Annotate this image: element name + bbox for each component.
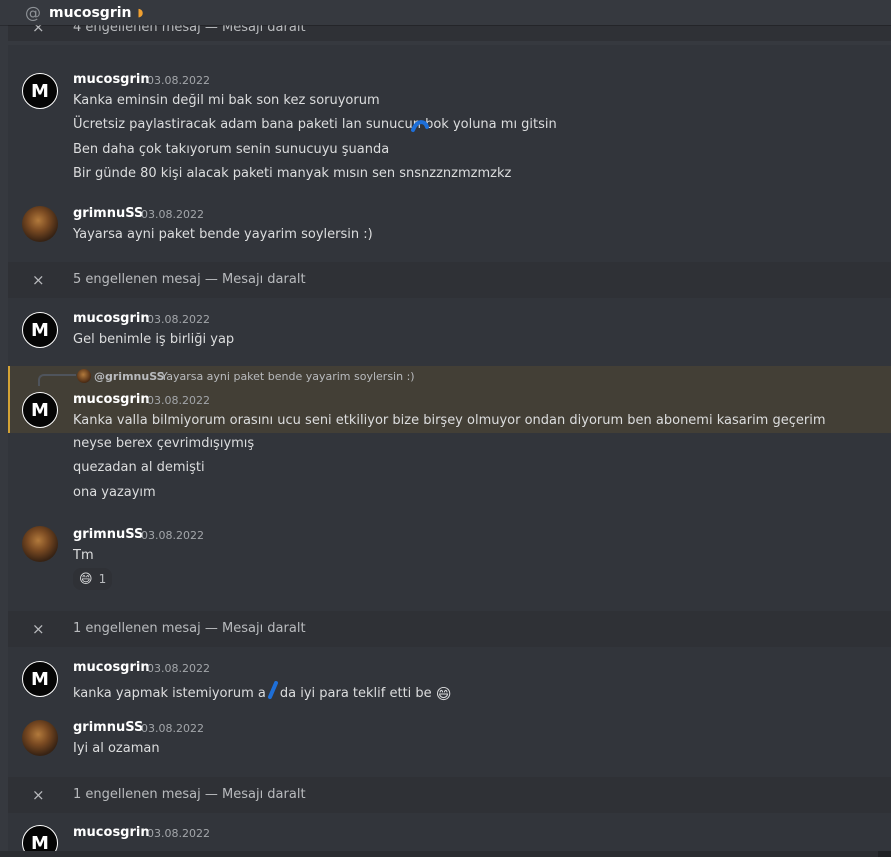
blocked-messages-bar[interactable]: × 1 engellenen mesaj — Mesajı daralt: [8, 777, 891, 813]
blocked-messages-bar[interactable]: × 4 engellenen mesaj — Mesajı daralt: [8, 25, 891, 41]
message: grimnuSS 03.08.2022 Iyi al ozaman: [8, 709, 891, 777]
channel-name[interactable]: mucosgrin: [49, 5, 132, 21]
reply-username[interactable]: @grimnuSS: [94, 370, 165, 383]
scrollbar-thumb[interactable]: [0, 851, 878, 857]
smile-emoji-icon: 😄: [79, 571, 93, 587]
message-text-part: kanka yapmak istemiyorum a: [73, 686, 266, 701]
collapse-icon[interactable]: ×: [32, 271, 45, 289]
message: grimnuSS 03.08.2022 Tm 😄 1: [8, 505, 891, 611]
message: grimnuSS 03.08.2022 Yayarsa ayni paket b…: [8, 188, 891, 262]
username[interactable]: grimnuSS: [73, 206, 143, 221]
message-text: kanka yapmak istemiyorum a da iyi para te…: [73, 681, 451, 703]
moon-icon: ◗: [137, 6, 144, 19]
reaction-button[interactable]: 😄 1: [73, 568, 113, 590]
message-list[interactable]: × 4 engellenen mesaj — Mesajı daralt M m…: [0, 25, 891, 851]
blocked-messages-bar[interactable]: × 5 engellenen mesaj — Mesajı daralt: [8, 262, 891, 298]
collapse-icon[interactable]: ×: [32, 620, 45, 638]
message-text: Yayarsa ayni paket bende yayarim soylers…: [73, 227, 373, 242]
timestamp: 03.08.2022: [147, 394, 210, 407]
avatar[interactable]: M: [22, 661, 58, 697]
reaction-count: 1: [98, 572, 107, 586]
blocked-messages-text[interactable]: 1 engellenen mesaj — Mesajı daralt: [73, 787, 306, 802]
username[interactable]: mucosgrin: [73, 311, 150, 326]
timestamp: 03.08.2022: [141, 529, 204, 542]
horizontal-scrollbar[interactable]: [0, 851, 891, 857]
timestamp: 03.08.2022: [141, 722, 204, 735]
message-text: Bir günde 80 kişi alacak paketi manyak m…: [73, 166, 512, 181]
timestamp: 03.08.2022: [147, 313, 210, 326]
avatar[interactable]: M: [22, 312, 58, 348]
at-icon: @: [25, 3, 41, 22]
avatar[interactable]: [22, 720, 58, 756]
blocked-messages-text[interactable]: 1 engellenen mesaj — Mesajı daralt: [73, 621, 306, 636]
message: M mucosgrin 03.08.2022 kanka yapmak iste…: [8, 647, 891, 709]
message-text: Tm: [73, 548, 94, 563]
channel-header: @ mucosgrin ◗: [0, 0, 891, 25]
blocked-messages-text[interactable]: 4 engellenen mesaj — Mesajı daralt: [73, 25, 306, 35]
avatar[interactable]: [22, 206, 58, 242]
grinning-emoji-icon: 😄: [435, 685, 452, 703]
username[interactable]: mucosgrin: [73, 660, 150, 675]
reply-avatar: [77, 369, 91, 383]
message-text: Gel benimle iş birliği yap: [73, 332, 235, 347]
timestamp: 03.08.2022: [147, 662, 210, 675]
message: neyse berex çevrimdışıymış quezadan al d…: [8, 433, 891, 505]
timestamp: 03.08.2022: [147, 74, 210, 87]
message-text: Iyi al ozaman: [73, 741, 160, 756]
message-highlighted: @grimnuSS Yayarsa ayni paket bende yayar…: [8, 366, 891, 433]
collapse-icon[interactable]: ×: [32, 25, 45, 36]
message-text: Kanka valla bilmiyorum orasını ucu seni …: [73, 413, 826, 428]
message-text: quezadan al demişti: [73, 460, 205, 475]
message-text: Ben daha çok takıyorum senin sunucuyu şu…: [73, 142, 390, 157]
redaction-mark: [267, 681, 278, 699]
username[interactable]: mucosgrin: [73, 825, 150, 840]
blocked-messages-bar[interactable]: × 1 engellenen mesaj — Mesajı daralt: [8, 611, 891, 647]
username[interactable]: grimnuSS: [73, 720, 143, 735]
message-text: Kanka eminsin değil mi bak son kez soruy…: [73, 93, 380, 108]
redaction-mark: [411, 120, 429, 132]
message: M mucosgrin 03.08.2022 Gel benimle iş bi…: [8, 298, 891, 366]
message-text: Ücretsiz paylastiracak adam bana paketi …: [73, 117, 557, 132]
avatar[interactable]: [22, 526, 58, 562]
message: M mucosgrin 03.08.2022 Kanka eminsin değ…: [8, 45, 891, 188]
collapse-icon[interactable]: ×: [32, 786, 45, 804]
timestamp: 03.08.2022: [141, 208, 204, 221]
avatar[interactable]: M: [22, 392, 58, 428]
message: M mucosgrin 03.08.2022: [8, 813, 891, 851]
reply-preview[interactable]: Yayarsa ayni paket bende yayarim soylers…: [161, 370, 415, 383]
message-text: ona yazayım: [73, 485, 156, 500]
blocked-messages-text[interactable]: 5 engellenen mesaj — Mesajı daralt: [73, 272, 306, 287]
username[interactable]: mucosgrin: [73, 72, 150, 87]
message-text-part: da iyi para teklif etti be: [279, 686, 432, 701]
avatar[interactable]: M: [22, 73, 58, 109]
reply-connector: [38, 374, 76, 386]
avatar[interactable]: M: [22, 825, 58, 851]
timestamp: 03.08.2022: [147, 827, 210, 840]
message-text: neyse berex çevrimdışıymış: [73, 436, 255, 451]
username[interactable]: grimnuSS: [73, 527, 143, 542]
username[interactable]: mucosgrin: [73, 392, 150, 407]
